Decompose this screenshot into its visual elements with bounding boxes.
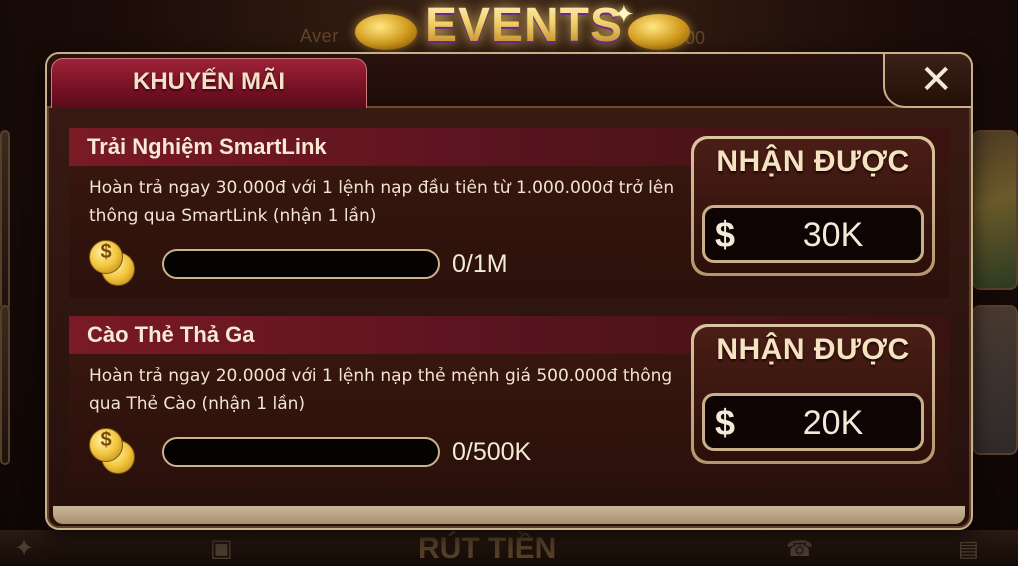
event-title: Cào Thẻ Thả Ga [87, 322, 255, 347]
phone-icon: ☎ [786, 537, 814, 562]
sparkle-icon: ✦ [613, 0, 635, 30]
reward-button[interactable]: NHẬN ĐƯỢC $ 20K [691, 324, 935, 464]
promotion-dialog: KHUYẾN MÃI ✕ Trải Nghiệm SmartLink Hoàn … [45, 52, 973, 530]
close-icon: ✕ [919, 57, 953, 103]
reward-label: NHẬN ĐƯỢC [716, 145, 910, 178]
tab-label: KHUYẾN MÃI [132, 68, 285, 95]
events-header: EVENTS ✦ [355, 0, 690, 60]
event-progress-text: 0/500K [452, 438, 532, 466]
coin-pile-left-icon [355, 14, 417, 50]
chat-icon: ▤ [958, 537, 979, 562]
gift-icon: ✦ [14, 534, 35, 562]
dollar-icon: $ [715, 214, 736, 255]
reward-amount-box: $ 30K [702, 205, 924, 263]
event-card: Trải Nghiệm SmartLink Hoàn trả ngay 30.0… [69, 128, 949, 298]
reward-amount-box: $ 20K [702, 393, 924, 451]
dialog-bottom-border [53, 506, 965, 524]
tab-khuyen-mai[interactable]: KHUYẾN MÃI [51, 58, 367, 108]
reward-amount: 20K [802, 404, 864, 442]
event-description: Hoàn trả ngay 30.000đ với 1 lệnh nạp đầu… [89, 178, 675, 226]
shop-icon: ▣ [210, 534, 233, 562]
withdraw-button-label: RÚT TIỀN [418, 532, 557, 565]
reward-amount: 30K [802, 216, 864, 254]
game-tile-left-1 [0, 130, 10, 310]
game-tile-right-1 [972, 130, 1018, 290]
event-description: Hoàn trả ngay 20.000đ với 1 lệnh nạp thẻ… [89, 366, 673, 414]
event-progress-bar [162, 249, 440, 279]
events-title: EVENTS [419, 0, 629, 53]
dialog-tab-bar: KHUYẾN MÃI [47, 54, 971, 108]
jackpot-left-text: Aver [300, 26, 339, 46]
dollar-icon: $ [715, 402, 736, 443]
coin-stack-icon: $ [89, 240, 137, 286]
coin-stack-icon: $ [89, 428, 137, 474]
game-tile-right-2 [972, 305, 1018, 455]
event-progress-bar [162, 437, 440, 467]
coin-pile-right-icon [628, 14, 690, 50]
event-title: Trải Nghiệm SmartLink [87, 134, 327, 159]
reward-button[interactable]: NHẬN ĐƯỢC $ 30K [691, 136, 935, 276]
close-button[interactable]: ✕ [883, 52, 973, 108]
game-tile-left-2 [0, 305, 10, 465]
event-progress-text: 0/1M [452, 250, 508, 278]
reward-label: NHẬN ĐƯỢC [716, 333, 910, 366]
event-card: Cào Thẻ Thả Ga Hoàn trả ngay 20.000đ với… [69, 316, 949, 486]
